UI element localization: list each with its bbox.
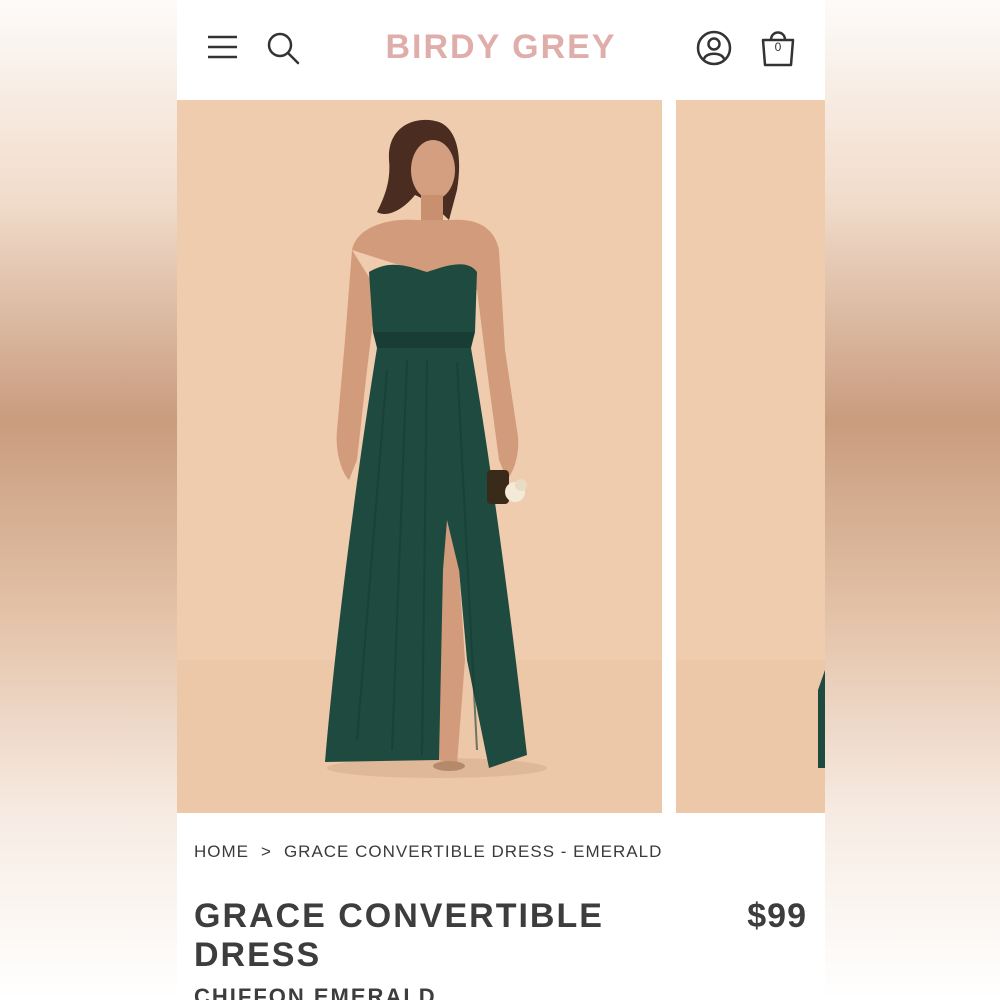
breadcrumb-current: GRACE CONVERTIBLE DRESS - EMERALD bbox=[283, 842, 663, 861]
product-title: GRACE CONVERTIBLE DRESS bbox=[194, 897, 604, 974]
breadcrumb: HOME > GRACE CONVERTIBLE DRESS - EMERALD bbox=[194, 842, 662, 862]
breadcrumb-separator: > bbox=[261, 842, 272, 861]
product-photo-main[interactable] bbox=[177, 100, 662, 813]
cart-button[interactable]: 0 bbox=[759, 26, 797, 68]
product-photo-next[interactable] bbox=[676, 100, 825, 813]
product-page: BIRDY GREY 0 HOME > GRACE CONVERTIBLE DR… bbox=[177, 0, 825, 1000]
product-subtitle: CHIFFON EMERALD bbox=[194, 984, 437, 1000]
background-blur-left bbox=[0, 0, 177, 1000]
product-price: $99 bbox=[747, 897, 807, 935]
account-icon[interactable] bbox=[696, 30, 732, 66]
cart-count: 0 bbox=[774, 40, 782, 54]
product-gallery[interactable] bbox=[177, 100, 825, 813]
background-blur-right bbox=[825, 0, 1000, 1000]
site-header: BIRDY GREY 0 bbox=[177, 0, 825, 100]
breadcrumb-home-link[interactable]: HOME bbox=[194, 842, 249, 862]
